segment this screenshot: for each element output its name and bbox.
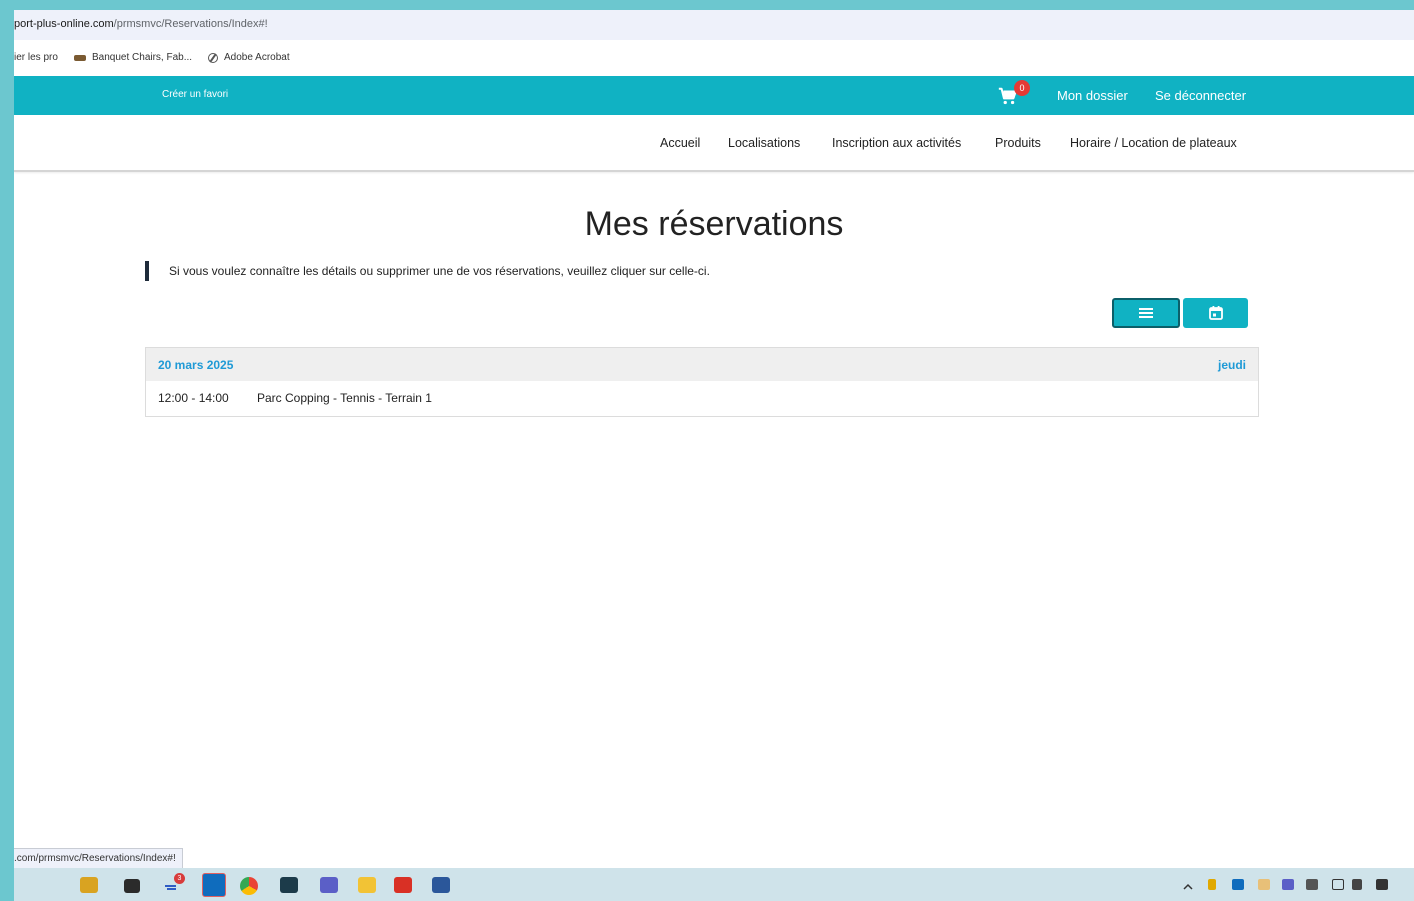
site-header: Créer un favori 0 Mon dossier Se déconne… xyxy=(14,76,1414,115)
reservation-day: jeudi xyxy=(1217,358,1246,372)
address-bar[interactable]: port-plus-online.com/prmsmvc/Reservation… xyxy=(14,10,1414,40)
bookmark-label: ier les pro xyxy=(14,52,58,63)
terminal-app-icon[interactable] xyxy=(124,879,140,893)
url-path: /prmsmvc/Reservations/Index#! xyxy=(113,18,268,30)
url-text[interactable]: port-plus-online.com/prmsmvc/Reservation… xyxy=(14,18,268,30)
nav-item-products[interactable]: Produits xyxy=(995,136,1041,150)
page-title: Mes réservations xyxy=(584,205,844,243)
sync-tray-icon[interactable] xyxy=(1306,879,1318,890)
teams-tray-icon[interactable] xyxy=(1282,879,1294,890)
bookmark-item[interactable]: Adobe Acrobat xyxy=(208,52,290,63)
battery-tray-icon[interactable] xyxy=(1376,879,1388,890)
outlook-app-icon[interactable] xyxy=(202,873,226,897)
file-explorer-icon[interactable] xyxy=(358,877,376,893)
cart-count-badge: 0 xyxy=(1014,80,1030,96)
calendar-icon xyxy=(1208,306,1223,320)
network-tray-icon[interactable] xyxy=(1332,879,1344,890)
desktop-top-edge xyxy=(0,0,1414,10)
logout-link[interactable]: Se déconnecter xyxy=(1155,88,1246,103)
main-nav: Accueil Localisations Inscription aux ac… xyxy=(14,115,1414,172)
bookmark-label: Adobe Acrobat xyxy=(224,52,290,63)
reservation-date: 20 mars 2025 xyxy=(158,358,234,372)
status-url-tooltip: .com/prmsmvc/Reservations/Index#! xyxy=(14,848,183,868)
reservation-row[interactable]: 12:00 - 14:00 Parc Copping - Tennis - Te… xyxy=(146,381,1258,415)
nav-item-home[interactable]: Accueil xyxy=(660,136,700,150)
reservations-list: 20 mars 2025 jeudi 12:00 - 14:00 Parc Co… xyxy=(145,347,1259,417)
list-icon xyxy=(1139,308,1153,318)
desktop-left-edge xyxy=(0,0,14,901)
bookmark-item[interactable]: Banquet Chairs, Fab... xyxy=(74,52,192,63)
warning-tray-icon[interactable] xyxy=(1208,879,1216,890)
list-view-button[interactable] xyxy=(1112,298,1180,328)
globe-icon xyxy=(208,52,218,63)
nav-item-activities[interactable]: Inscription aux activités xyxy=(832,136,961,150)
banquet-logo-icon xyxy=(74,54,86,61)
mail-tray-icon[interactable] xyxy=(1258,879,1270,890)
bookmark-item[interactable]: ier les pro xyxy=(14,52,58,63)
reservation-time: 12:00 - 14:00 xyxy=(158,391,229,405)
nav-item-locations[interactable]: Localisations xyxy=(728,136,800,150)
reservation-place: Parc Copping - Tennis - Terrain 1 xyxy=(257,391,432,405)
info-text: Si vous voulez connaître les détails ou … xyxy=(169,264,710,278)
teams-app-icon[interactable] xyxy=(320,877,338,893)
chrome-app-icon[interactable] xyxy=(240,877,258,895)
browser-window: port-plus-online.com/prmsmvc/Reservation… xyxy=(14,10,1414,868)
acrobat-app-icon[interactable] xyxy=(394,877,412,893)
bookmark-label: Banquet Chairs, Fab... xyxy=(92,52,193,63)
create-favorite-link[interactable]: Créer un favori xyxy=(162,89,228,100)
outlook-tray-icon[interactable] xyxy=(1232,879,1244,890)
chevron-up-icon[interactable] xyxy=(1182,879,1194,890)
briefcase-app-icon[interactable] xyxy=(80,877,98,893)
calendar-view-button[interactable] xyxy=(1183,298,1248,328)
taskbar: 3 xyxy=(14,868,1414,901)
volume-tray-icon[interactable] xyxy=(1352,879,1362,890)
reservation-date-header: 20 mars 2025 jeudi xyxy=(146,348,1258,381)
nav-item-schedule[interactable]: Horaire / Location de plateaux xyxy=(1070,136,1237,150)
app-icon[interactable] xyxy=(280,877,298,893)
my-file-link[interactable]: Mon dossier xyxy=(1057,88,1128,103)
bookmarks-bar: ier les pro Banquet Chairs, Fab... Adobe… xyxy=(14,40,1414,76)
url-host: port-plus-online.com xyxy=(14,18,114,30)
info-accent-bar xyxy=(145,261,149,281)
word-app-icon[interactable] xyxy=(432,877,450,893)
notification-badge: 3 xyxy=(174,873,185,884)
